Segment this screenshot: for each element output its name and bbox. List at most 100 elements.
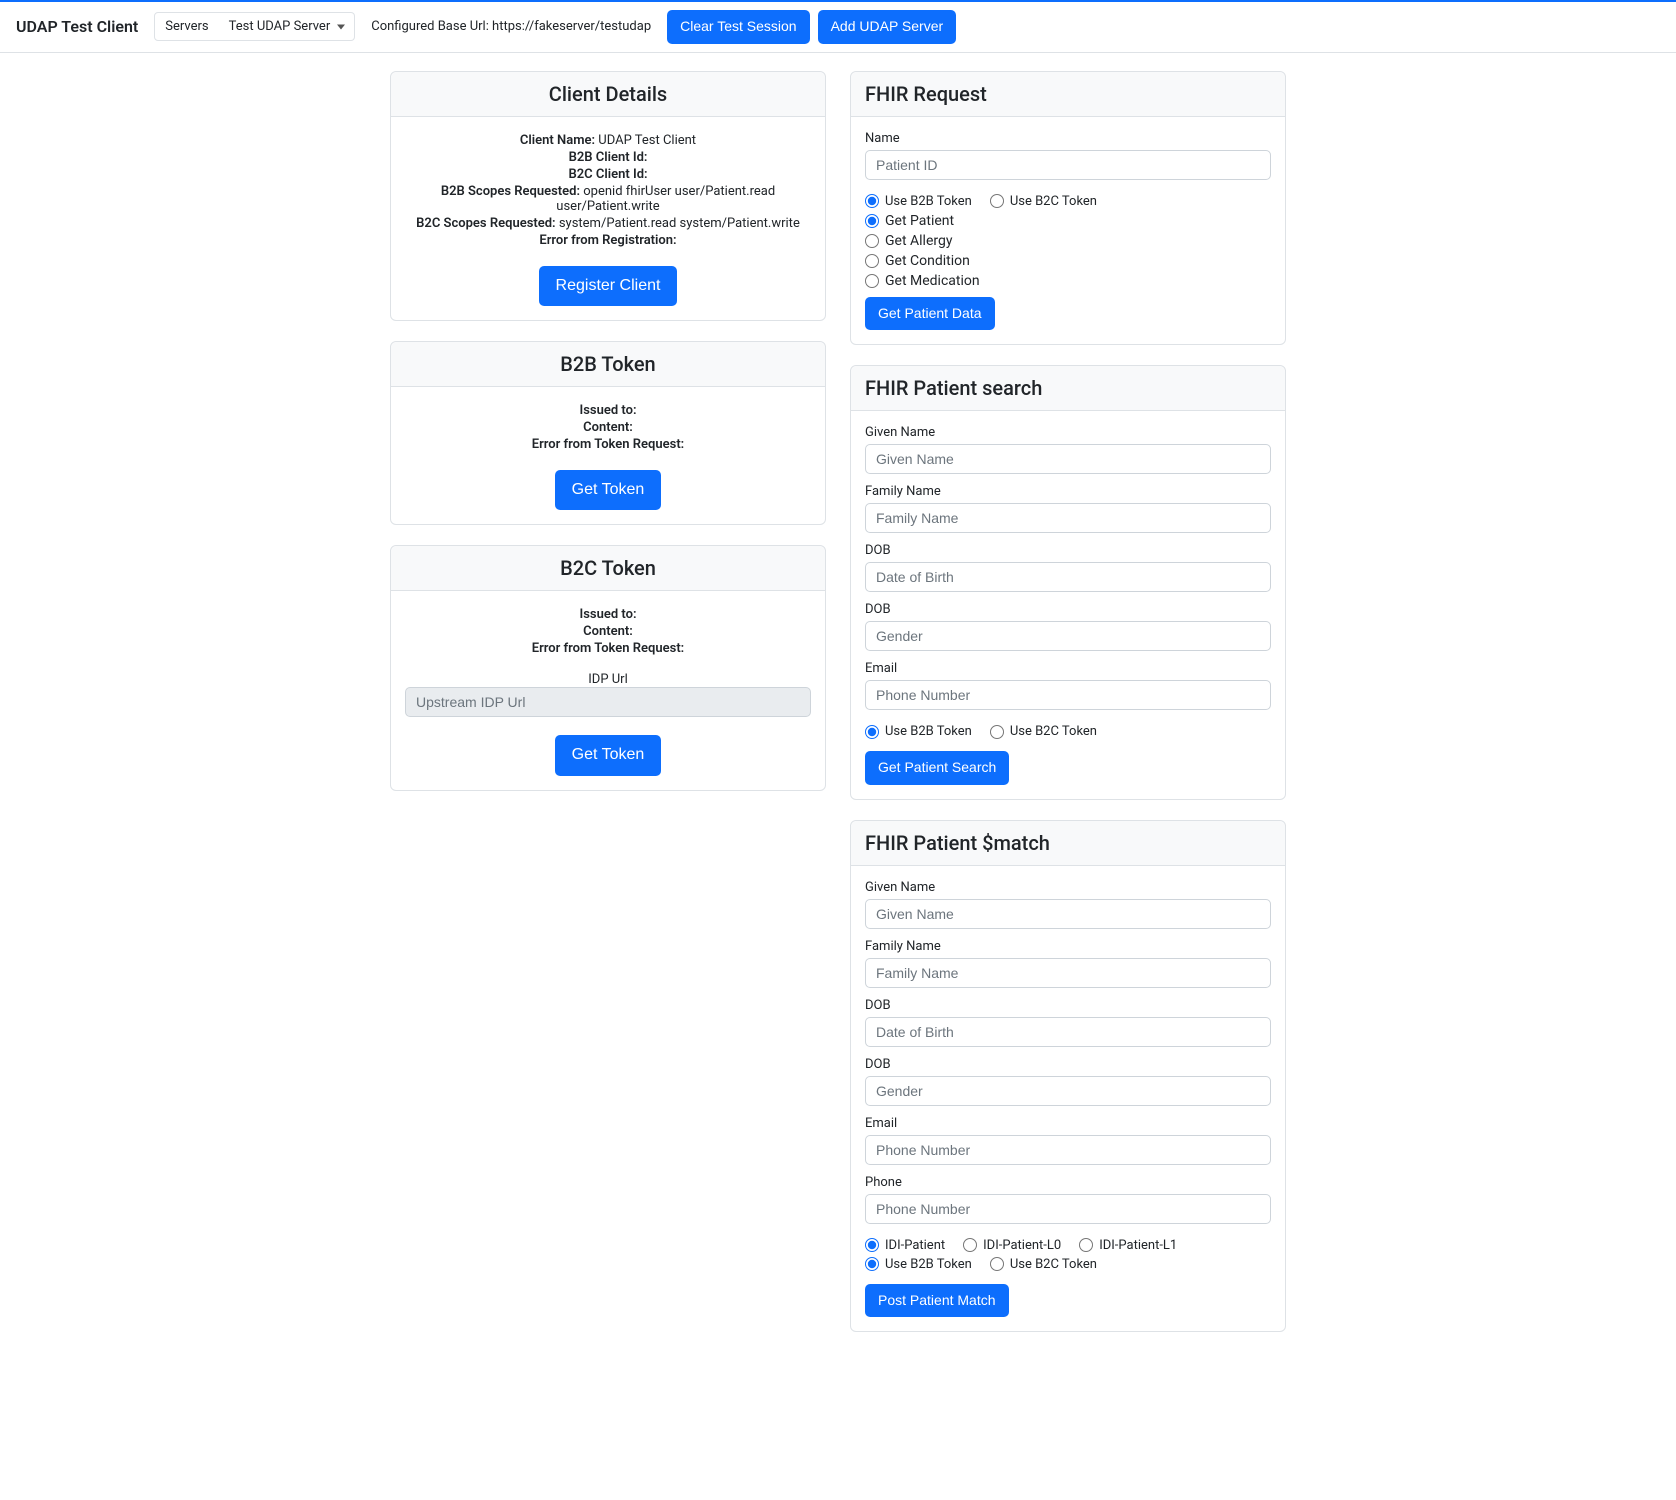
b2b-issued-row: Issued to: xyxy=(405,403,811,418)
servers-group: Servers Test UDAP Server xyxy=(154,12,355,41)
fr-get-condition-radio[interactable]: Get Condition xyxy=(865,253,1271,269)
b2c-error-label: Error from Token Request: xyxy=(532,641,684,656)
fm-phone-input[interactable] xyxy=(865,1194,1271,1224)
right-column: FHIR Request Name Use B2B Token Use B2C … xyxy=(850,71,1286,1333)
fr-get-patient-radio[interactable]: Get Patient xyxy=(865,213,1271,229)
fm-idi-patient-l0-radio[interactable]: IDI-Patient-L0 xyxy=(963,1238,1061,1253)
add-server-button[interactable]: Add UDAP Server xyxy=(818,10,957,44)
fhir-search-card: FHIR Patient search Given Name Family Na… xyxy=(850,365,1286,800)
fhir-match-header: FHIR Patient $match xyxy=(851,821,1285,866)
fm-use-b2b-radio[interactable]: Use B2B Token xyxy=(865,1257,972,1272)
b2c-token-body: Issued to: Content: Error from Token Req… xyxy=(391,591,825,789)
fm-dob2-input[interactable] xyxy=(865,1076,1271,1106)
fm-dob1-label: DOB xyxy=(865,998,1271,1013)
topbar: UDAP Test Client Servers Test UDAP Serve… xyxy=(0,0,1676,53)
fm-family-input[interactable] xyxy=(865,958,1271,988)
fs-given-input[interactable] xyxy=(865,444,1271,474)
b2b-token-body: Issued to: Content: Error from Token Req… xyxy=(391,387,825,524)
fs-token-radio-row: Use B2B Token Use B2C Token xyxy=(865,724,1271,739)
fhir-request-header: FHIR Request xyxy=(851,72,1285,117)
left-column: Client Details Client Name: UDAP Test Cl… xyxy=(390,71,826,791)
fhir-match-card: FHIR Patient $match Given Name Family Na… xyxy=(850,820,1286,1333)
fm-given-input[interactable] xyxy=(865,899,1271,929)
app-title: UDAP Test Client xyxy=(16,17,138,36)
client-details-title: Client Details xyxy=(405,82,811,106)
fs-use-b2b-radio[interactable]: Use B2B Token xyxy=(865,724,972,739)
fr-name-label: Name xyxy=(865,131,1271,146)
b2c-client-id-label: B2C Client Id: xyxy=(568,167,647,182)
fs-dob1-label: DOB xyxy=(865,543,1271,558)
b2b-token-title: B2B Token xyxy=(405,352,811,376)
fhir-match-body: Given Name Family Name DOB DOB Email Pho… xyxy=(851,866,1285,1332)
fr-resource-radio-col: Get Patient Get Allergy Get Condition Ge… xyxy=(865,213,1271,289)
fs-email-input[interactable] xyxy=(865,680,1271,710)
fm-given-label: Given Name xyxy=(865,880,1271,895)
fs-dob2-input[interactable] xyxy=(865,621,1271,651)
fhir-request-title: FHIR Request xyxy=(865,82,1271,106)
fm-use-b2c-radio[interactable]: Use B2C Token xyxy=(990,1257,1097,1272)
b2c-scopes-value: system/Patient.read system/Patient.write xyxy=(559,216,800,231)
fm-idi-patient-l1-radio[interactable]: IDI-Patient-L1 xyxy=(1079,1238,1177,1253)
register-client-button[interactable]: Register Client xyxy=(539,266,678,306)
b2b-error-row: Error from Token Request: xyxy=(405,437,811,452)
servers-select[interactable]: Test UDAP Server xyxy=(219,12,356,41)
client-name-row: Client Name: UDAP Test Client xyxy=(405,133,811,148)
fm-idi-radio-row: IDI-Patient IDI-Patient-L0 IDI-Patient-L… xyxy=(865,1238,1271,1253)
b2b-client-id-label: B2B Client Id: xyxy=(569,150,648,165)
get-patient-data-button[interactable]: Get Patient Data xyxy=(865,297,995,331)
b2c-token-title: B2C Token xyxy=(405,556,811,580)
client-details-header: Client Details xyxy=(391,72,825,117)
reg-error-label: Error from Registration: xyxy=(539,233,676,248)
b2b-issued-label: Issued to: xyxy=(579,403,636,418)
fs-dob1-input[interactable] xyxy=(865,562,1271,592)
fm-email-label: Email xyxy=(865,1116,1271,1131)
get-patient-search-button[interactable]: Get Patient Search xyxy=(865,751,1009,785)
clear-session-button[interactable]: Clear Test Session xyxy=(667,10,809,44)
fm-dob2-label: DOB xyxy=(865,1057,1271,1072)
fs-family-input[interactable] xyxy=(865,503,1271,533)
fs-use-b2c-radio[interactable]: Use B2C Token xyxy=(990,724,1097,739)
b2b-token-card: B2B Token Issued to: Content: Error from… xyxy=(390,341,826,525)
fs-family-label: Family Name xyxy=(865,484,1271,499)
fm-family-label: Family Name xyxy=(865,939,1271,954)
fr-use-b2c-radio[interactable]: Use B2C Token xyxy=(990,194,1097,209)
b2b-client-id-row: B2B Client Id: xyxy=(405,150,811,165)
fm-phone-label: Phone xyxy=(865,1175,1271,1190)
fhir-search-title: FHIR Patient search xyxy=(865,376,1271,400)
b2b-content-row: Content: xyxy=(405,420,811,435)
fhir-search-header: FHIR Patient search xyxy=(851,366,1285,411)
fm-token-radio-row: Use B2B Token Use B2C Token xyxy=(865,1257,1271,1272)
fr-get-allergy-radio[interactable]: Get Allergy xyxy=(865,233,1271,249)
b2c-token-card: B2C Token Issued to: Content: Error from… xyxy=(390,545,826,790)
fr-get-medication-radio[interactable]: Get Medication xyxy=(865,273,1271,289)
b2c-issued-row: Issued to: xyxy=(405,607,811,622)
fs-dob2-label: DOB xyxy=(865,602,1271,617)
b2c-token-header: B2C Token xyxy=(391,546,825,591)
client-details-card: Client Details Client Name: UDAP Test Cl… xyxy=(390,71,826,321)
base-url-text: Configured Base Url: https://fakeserver/… xyxy=(371,19,651,34)
b2b-get-token-button[interactable]: Get Token xyxy=(555,470,662,510)
fm-email-input[interactable] xyxy=(865,1135,1271,1165)
b2c-error-row: Error from Token Request: xyxy=(405,641,811,656)
idp-url-label: IDP Url xyxy=(405,672,811,687)
b2c-scopes-row: B2C Scopes Requested: system/Patient.rea… xyxy=(405,216,811,231)
servers-label: Servers xyxy=(154,12,219,41)
fr-use-b2b-radio[interactable]: Use B2B Token xyxy=(865,194,972,209)
client-name-label: Client Name: xyxy=(520,133,595,148)
fm-idi-patient-radio[interactable]: IDI-Patient xyxy=(865,1238,945,1253)
b2c-get-token-button[interactable]: Get Token xyxy=(555,735,662,775)
b2b-content-label: Content: xyxy=(583,420,633,435)
fr-name-input[interactable] xyxy=(865,150,1271,180)
b2b-token-header: B2B Token xyxy=(391,342,825,387)
fs-email-label: Email xyxy=(865,661,1271,676)
b2b-scopes-row: B2B Scopes Requested: openid fhirUser us… xyxy=(405,184,811,214)
b2b-error-label: Error from Token Request: xyxy=(532,437,684,452)
b2c-client-id-row: B2C Client Id: xyxy=(405,167,811,182)
idp-url-input xyxy=(405,687,811,717)
b2b-scopes-label: B2B Scopes Requested: xyxy=(441,184,580,199)
b2c-content-row: Content: xyxy=(405,624,811,639)
post-patient-match-button[interactable]: Post Patient Match xyxy=(865,1284,1009,1318)
fm-dob1-input[interactable] xyxy=(865,1017,1271,1047)
main-container: Client Details Client Name: UDAP Test Cl… xyxy=(378,71,1298,1333)
fr-token-radio-row: Use B2B Token Use B2C Token xyxy=(865,194,1271,209)
